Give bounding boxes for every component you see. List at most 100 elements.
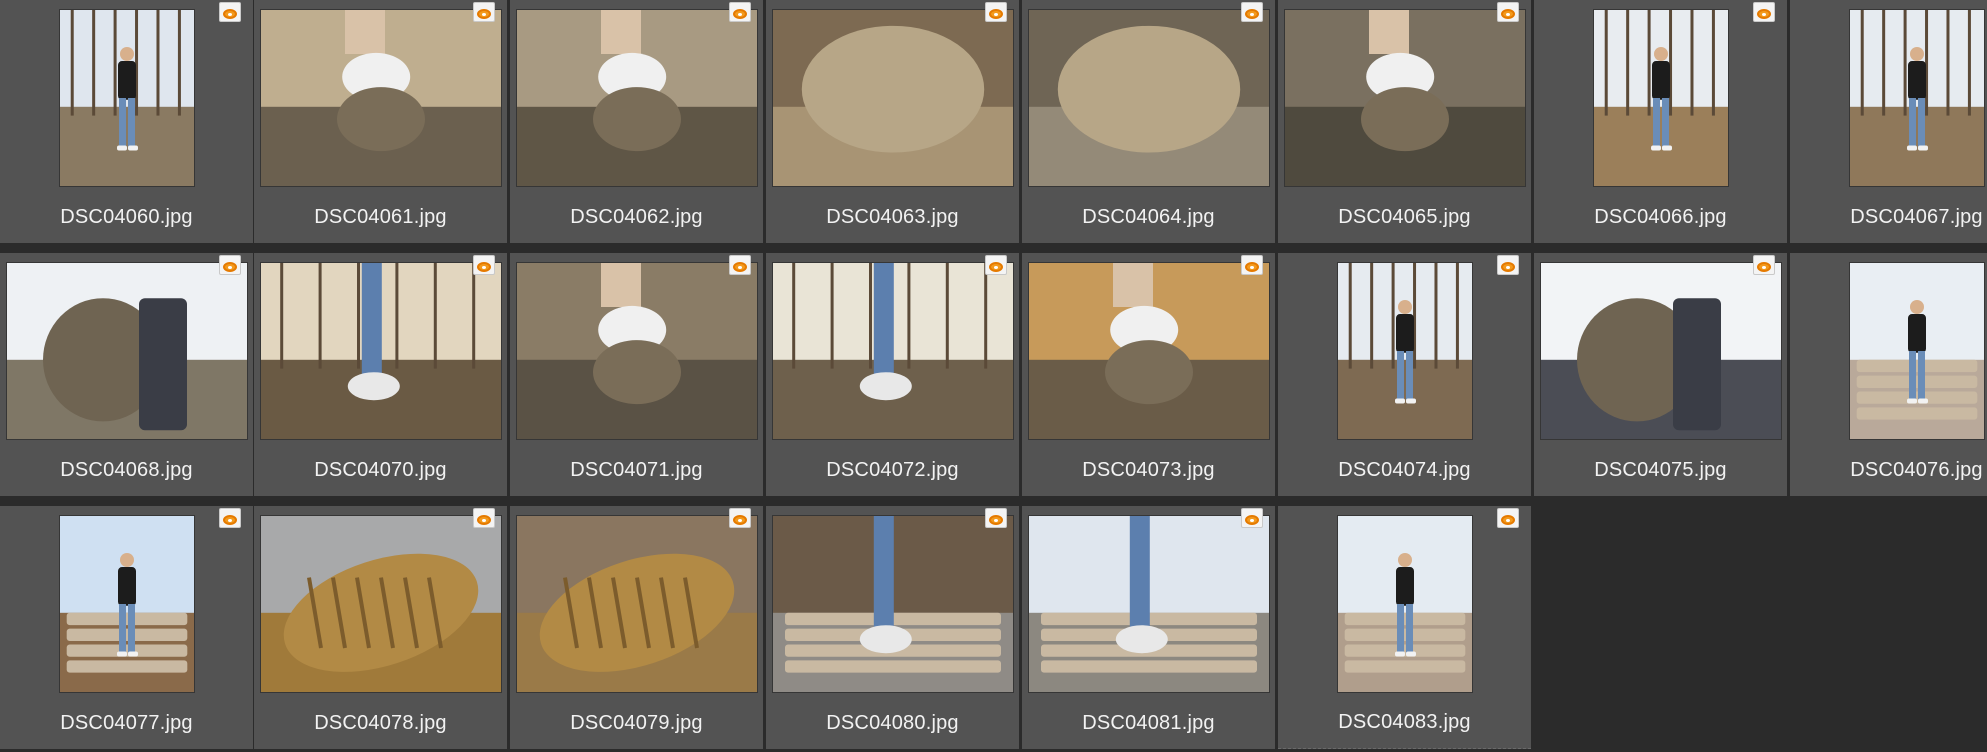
camera-icon <box>223 515 237 525</box>
thumbnail-frame <box>766 262 1019 440</box>
photo-content <box>1284 10 1525 186</box>
zpc-camera-icon <box>1497 255 1519 275</box>
thumbnail-frame <box>1022 9 1275 187</box>
thumbnail-item[interactable]: DSC04076.jpg <box>1790 253 1987 496</box>
thumbnail-frame <box>510 262 763 440</box>
thumbnail-image[interactable] <box>1849 10 1984 186</box>
photo-content <box>772 516 1013 692</box>
thumbnail-frame <box>0 515 253 693</box>
thumbnail-image[interactable] <box>1593 10 1728 186</box>
thumbnail-item[interactable]: DSC04072.jpg <box>766 253 1019 496</box>
thumbnail-frame <box>510 515 763 693</box>
file-name-label: DSC04073.jpg <box>1082 459 1215 481</box>
zpc-camera-icon <box>1241 2 1263 22</box>
thumbnail-item[interactable]: DSC04078.jpg <box>254 506 507 749</box>
thumbnail-item[interactable]: DSC04060.jpg <box>0 0 253 243</box>
thumbnail-item[interactable]: DSC04068.jpg <box>0 253 253 496</box>
thumbnail-frame <box>0 262 253 440</box>
thumbnail-image[interactable] <box>59 516 194 692</box>
zpc-camera-icon <box>1241 255 1263 275</box>
photo-content <box>260 10 501 186</box>
photo-content <box>1028 516 1269 692</box>
file-name-label: DSC04061.jpg <box>314 206 447 228</box>
file-name-label: DSC04070.jpg <box>314 459 447 481</box>
camera-icon <box>1757 262 1771 272</box>
thumbnail-item[interactable]: DSC04073.jpg <box>1022 253 1275 496</box>
thumbnail-image[interactable] <box>1849 263 1984 439</box>
thumbnail-item[interactable]: DSC04066.jpg <box>1534 0 1787 243</box>
photo-content <box>6 263 247 439</box>
thumbnail-image[interactable] <box>516 10 757 186</box>
thumbnail-image[interactable] <box>59 10 194 186</box>
thumbnail-image[interactable] <box>1028 263 1269 439</box>
thumbnail-item[interactable]: DSC04067.jpg <box>1790 0 1987 243</box>
zpc-camera-icon <box>985 508 1007 528</box>
thumbnail-image[interactable] <box>1540 263 1781 439</box>
thumbnail-image[interactable] <box>1284 10 1525 186</box>
file-name-label: DSC04066.jpg <box>1594 206 1727 228</box>
file-name-label: DSC04083.jpg <box>1338 711 1471 733</box>
camera-icon <box>477 262 491 272</box>
thumbnail-item[interactable]: DSC04071.jpg <box>510 253 763 496</box>
thumbnail-frame <box>1278 9 1531 187</box>
thumbnail-image[interactable] <box>260 516 501 692</box>
thumbnail-image[interactable] <box>260 10 501 186</box>
thumbnail-item[interactable]: DSC04075.jpg <box>1534 253 1787 496</box>
thumbnail-item[interactable]: DSC04079.jpg <box>510 506 763 749</box>
camera-icon <box>989 515 1003 525</box>
camera-icon <box>733 9 747 19</box>
thumbnail-image[interactable] <box>1337 515 1472 692</box>
thumbnail-item[interactable]: DSC04080.jpg <box>766 506 1019 749</box>
file-name-label: DSC04078.jpg <box>314 712 447 734</box>
zpc-camera-icon <box>1497 2 1519 22</box>
thumbnail-item[interactable]: DSC04077.jpg <box>0 506 253 749</box>
thumbnail-item[interactable]: DSC04081.jpg <box>1022 506 1275 749</box>
camera-icon <box>1501 515 1515 525</box>
thumbnail-item[interactable]: DSC04064.jpg <box>1022 0 1275 243</box>
thumbnail-frame <box>1534 262 1787 440</box>
thumbnail-frame <box>254 262 507 440</box>
thumbnail-item[interactable]: DSC04062.jpg <box>510 0 763 243</box>
photo-content <box>772 263 1013 439</box>
thumbnail-image[interactable] <box>260 263 501 439</box>
thumbnail-item[interactable]: DSC04065.jpg <box>1278 0 1531 243</box>
thumbnail-image[interactable] <box>1337 263 1472 439</box>
thumbnail-frame <box>1022 515 1275 693</box>
photo-content <box>516 263 757 439</box>
thumbnail-frame <box>0 9 253 187</box>
thumbnail-image[interactable] <box>772 10 1013 186</box>
thumbnail-frame <box>254 9 507 187</box>
thumbnail-image[interactable] <box>1028 516 1269 692</box>
thumbnail-item[interactable]: DSC04063.jpg <box>766 0 1019 243</box>
file-name-label: DSC04076.jpg <box>1850 459 1983 481</box>
zpc-camera-icon <box>219 2 241 22</box>
thumbnail-image[interactable] <box>516 263 757 439</box>
thumbnail-image[interactable] <box>772 263 1013 439</box>
zpc-camera-icon <box>1753 255 1775 275</box>
file-name-label: DSC04081.jpg <box>1082 712 1215 734</box>
thumbnail-item[interactable]: DSC04061.jpg <box>254 0 507 243</box>
zpc-camera-icon <box>219 508 241 528</box>
file-name-label: DSC04079.jpg <box>570 712 703 734</box>
photo-content <box>260 263 501 439</box>
zpc-camera-icon <box>473 2 495 22</box>
camera-icon <box>1501 9 1515 19</box>
camera-icon <box>1245 9 1259 19</box>
thumbnail-image[interactable] <box>1028 10 1269 186</box>
zpc-camera-icon <box>985 255 1007 275</box>
camera-icon <box>733 262 747 272</box>
thumbnail-item[interactable]: DSC04070.jpg <box>254 253 507 496</box>
camera-icon <box>1757 9 1771 19</box>
photo-content <box>59 10 194 186</box>
zpc-camera-icon <box>729 255 751 275</box>
photo-content <box>260 516 501 692</box>
thumbnail-image[interactable] <box>516 516 757 692</box>
file-name-label: DSC04071.jpg <box>570 459 703 481</box>
file-name-label: DSC04077.jpg <box>60 712 193 734</box>
thumbnail-item[interactable]: DSC04074.jpg <box>1278 253 1531 496</box>
thumbnail-item[interactable]: DSC04083.jpg <box>1278 506 1531 749</box>
thumbnail-image[interactable] <box>772 516 1013 692</box>
photo-content <box>1849 263 1984 439</box>
thumbnail-image[interactable] <box>6 263 247 439</box>
photo-content <box>1028 10 1269 186</box>
